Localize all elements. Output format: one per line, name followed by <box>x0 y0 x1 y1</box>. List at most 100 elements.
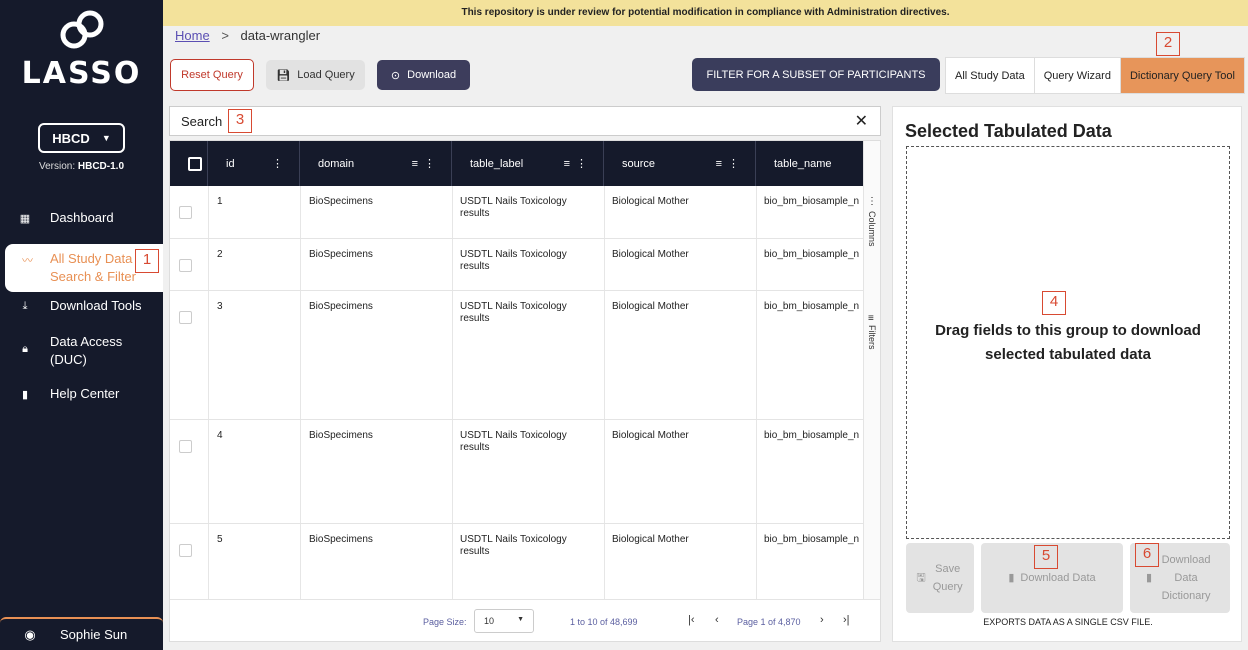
columns-panel-tab[interactable]: Columns <box>867 211 877 247</box>
bar-chart-icon: ▮ <box>1145 572 1153 584</box>
search-filter-icon: 〰 <box>22 255 33 267</box>
cell-table-label: USDTL Nails Toxicology results <box>460 430 567 453</box>
cell-id: 5 <box>217 534 223 545</box>
version-value: HBCD-1.0 <box>77 161 125 172</box>
filter-menu-icon[interactable]: ≡⋮ <box>564 157 593 170</box>
filters-icon[interactable]: ≡ <box>868 313 874 324</box>
row-checkbox[interactable] <box>179 440 192 453</box>
download-circle-icon: ⊙ <box>390 69 401 82</box>
filter-menu-icon[interactable]: ≡⋮ <box>716 157 745 170</box>
save-icon: 🖫︎ <box>916 572 926 584</box>
cell-domain: BioSpecimens <box>309 301 373 312</box>
search-input[interactable]: Search ✕ <box>169 106 881 136</box>
breadcrumb-separator: > <box>221 28 229 43</box>
page-info: Page 1 of 4,870 <box>737 617 801 627</box>
table-row[interactable]: 5 BioSpecimens USDTL Nails Toxicology re… <box>170 524 863 599</box>
nav-item-dashboard[interactable]: ▦ Dashboard <box>0 210 163 225</box>
notice-banner: This repository is under review for pote… <box>163 0 1248 26</box>
logo-text: LASSO <box>21 56 142 91</box>
cell-source: Biological Mother <box>612 534 689 545</box>
study-select-value: HBCD <box>52 130 90 146</box>
callout-2: 2 <box>1156 32 1180 56</box>
table-row[interactable]: 1 BioSpecimens USDTL Nails Toxicology re… <box>170 186 863 239</box>
cell-table-label: USDTL Nails Toxicology results <box>460 534 567 557</box>
row-checkbox[interactable] <box>179 206 192 219</box>
cell-table-label: USDTL Nails Toxicology results <box>460 196 567 219</box>
callout-1: 1 <box>135 249 159 273</box>
reset-query-button[interactable]: Reset Query <box>170 59 254 91</box>
study-select[interactable]: HBCD ▼ <box>38 123 125 153</box>
logo[interactable]: LASSO <box>0 8 163 91</box>
column-menu-icon[interactable]: ⋮ <box>272 157 289 170</box>
filter-menu-icon[interactable]: ≡⋮ <box>412 157 441 170</box>
search-label: Search <box>181 113 223 129</box>
download-icon: ⤓ <box>22 300 28 312</box>
filter-participants-button[interactable]: FILTER FOR A SUBSET OF PARTICIPANTS <box>692 58 940 91</box>
cell-source: Biological Mother <box>612 196 689 207</box>
user-icon: ◉ <box>24 626 36 642</box>
exports-note: EXPORTS DATA AS A SINGLE CSV FILE. <box>983 617 1153 627</box>
table-row[interactable]: 2 BioSpecimens USDTL Nails Toxicology re… <box>170 239 863 291</box>
save-query-button[interactable]: 🖫︎ Save Query <box>906 543 974 613</box>
selected-data-panel: Selected Tabulated Data Drag fields to t… <box>892 106 1242 642</box>
drop-zone[interactable]: Drag fields to this group to download se… <box>906 146 1230 539</box>
callout-3: 3 <box>228 109 252 133</box>
row-checkbox[interactable] <box>179 311 192 324</box>
table-row[interactable]: 3 BioSpecimens USDTL Nails Toxicology re… <box>170 291 863 420</box>
cell-id: 4 <box>217 430 223 441</box>
cell-table-name: bio_bm_biosample_n <box>764 430 860 441</box>
breadcrumb-current: data-wrangler <box>240 28 321 43</box>
caret-down-icon: ▼ <box>101 133 111 143</box>
pagination: Page Size: 10 ▼ 1 to 10 of 48,699 |‹ ‹ P… <box>170 599 880 641</box>
sidebar: LASSO HBCD ▼ Version: HBCD-1.0 ▦ Dashboa… <box>0 0 163 650</box>
mode-tabs: All Study Data Query Wizard Dictionary Q… <box>945 57 1245 94</box>
select-all-checkbox[interactable] <box>188 156 202 171</box>
nav-item-data-access[interactable]: 🔒︎ Data Access (DUC) <box>0 333 163 369</box>
cell-table-label: USDTL Nails Toxicology results <box>460 301 567 324</box>
column-header-table-name[interactable]: table_name <box>756 141 863 186</box>
cell-table-name: bio_bm_biosample_n <box>764 534 860 545</box>
first-page-icon[interactable]: |‹ <box>688 614 695 626</box>
drop-zone-line-2: selected tabulated data <box>985 345 1151 363</box>
cell-domain: BioSpecimens <box>309 196 373 207</box>
cell-table-name: bio_bm_biosample_n <box>764 249 860 260</box>
columns-grid-icon[interactable]: ⋮⋮ <box>867 196 880 207</box>
page-size-select[interactable]: 10 ▼ <box>474 609 534 633</box>
cell-id: 3 <box>217 301 223 312</box>
download-button[interactable]: ⊙ Download <box>377 60 470 90</box>
column-header-table-label[interactable]: table_label ≡⋮ <box>452 141 604 186</box>
bar-chart-icon: ▮ <box>1008 572 1015 584</box>
cell-table-name: bio_bm_biosample_n <box>764 301 860 312</box>
cell-source: Biological Mother <box>612 249 689 260</box>
data-grid: id ⋮ domain ≡⋮ table_label ≡⋮ source ≡⋮ … <box>169 140 881 642</box>
callout-6: 6 <box>1135 543 1159 567</box>
column-header-source[interactable]: source ≡⋮ <box>604 141 756 186</box>
last-page-icon[interactable]: ›| <box>843 614 850 626</box>
tab-query-wizard[interactable]: Query Wizard <box>1035 58 1121 93</box>
nav-item-help-center[interactable]: ▮ Help Center <box>0 386 163 401</box>
grid-header: id ⋮ domain ≡⋮ table_label ≡⋮ source ≡⋮ … <box>170 141 863 186</box>
version-text: Version: HBCD-1.0 <box>38 161 125 172</box>
tab-all-study-data[interactable]: All Study Data <box>946 58 1035 93</box>
caret-down-icon: ▼ <box>517 616 524 623</box>
row-checkbox[interactable] <box>179 544 192 557</box>
next-page-icon[interactable]: › <box>820 614 824 626</box>
filters-panel-tab[interactable]: Filters <box>867 325 877 350</box>
nav-item-download-tools[interactable]: ⤓ Download Tools <box>0 298 163 313</box>
load-query-button[interactable]: 💾︎ Load Query <box>266 60 365 90</box>
row-range: 1 to 10 of 48,699 <box>570 617 638 627</box>
cell-domain: BioSpecimens <box>309 534 373 545</box>
cell-table-label: USDTL Nails Toxicology results <box>460 249 567 272</box>
tab-dictionary-query-tool[interactable]: Dictionary Query Tool <box>1120 58 1244 93</box>
close-icon[interactable]: ✕ <box>855 111 868 131</box>
book-icon: ▮ <box>21 389 29 401</box>
column-header-id[interactable]: id ⋮ <box>208 141 300 186</box>
cell-source: Biological Mother <box>612 301 689 312</box>
row-checkbox[interactable] <box>179 259 192 272</box>
user-menu[interactable]: ◉ Sophie Sun <box>0 617 163 650</box>
column-header-domain[interactable]: domain ≡⋮ <box>300 141 452 186</box>
breadcrumb-home-link[interactable]: Home <box>175 28 210 43</box>
prev-page-icon[interactable]: ‹ <box>715 614 719 626</box>
table-row[interactable]: 4 BioSpecimens USDTL Nails Toxicology re… <box>170 420 863 524</box>
panel-title: Selected Tabulated Data <box>905 121 1112 141</box>
